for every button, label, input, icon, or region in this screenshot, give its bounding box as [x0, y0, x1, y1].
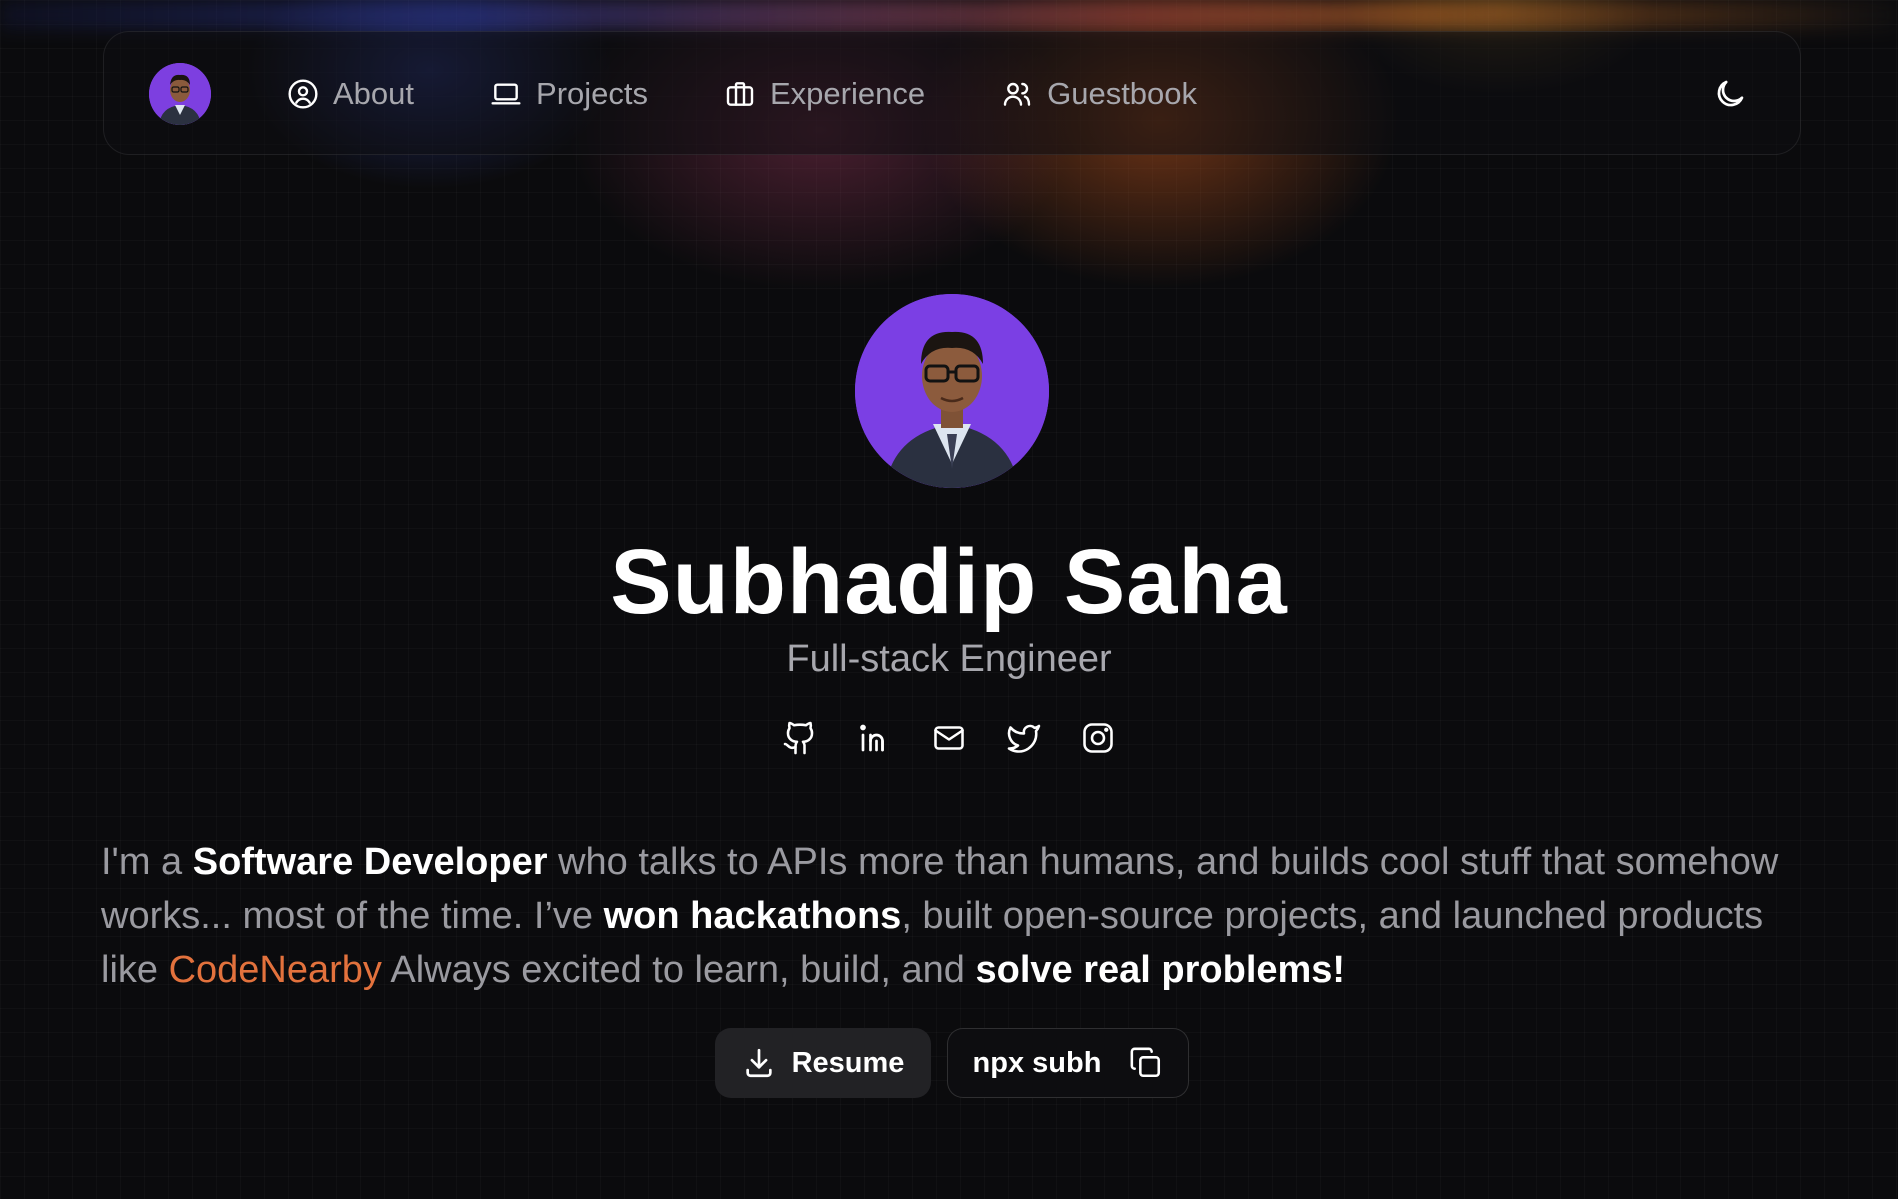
top-gradient-bar — [0, 0, 1898, 30]
nav-about[interactable]: About — [287, 76, 414, 112]
user-circle-icon — [288, 79, 318, 109]
resume-button[interactable]: Resume — [715, 1028, 931, 1098]
copy-icon — [1130, 1047, 1161, 1078]
resume-label: Resume — [791, 1046, 905, 1079]
linkedin-icon — [859, 724, 884, 752]
nav-links: About Projects Experience Guestbook — [287, 32, 1273, 156]
github-link[interactable] — [780, 718, 820, 758]
nav-about-label: About — [333, 76, 415, 111]
twitter-icon — [1007, 724, 1040, 753]
nav-guestbook[interactable]: Guestbook — [1001, 76, 1197, 112]
instagram-icon — [1083, 723, 1113, 753]
bio-bold-hackathons: won hackathons — [603, 895, 902, 937]
mail-link[interactable] — [929, 718, 969, 758]
codenearby-link[interactable]: CodeNearby — [169, 949, 382, 991]
mail-icon — [934, 726, 964, 750]
bio-text-1: I'm a — [101, 841, 193, 883]
github-icon — [783, 721, 814, 755]
bio-bold-problems: solve real problems! — [975, 949, 1346, 991]
page: About Projects Experience Guestbook Subh… — [0, 0, 1898, 1199]
briefcase-icon — [726, 82, 754, 106]
moon-icon — [1717, 80, 1744, 107]
nav-experience-label: Experience — [770, 76, 926, 111]
instagram-link[interactable] — [1078, 718, 1118, 758]
linkedin-link[interactable] — [855, 718, 895, 758]
bio-bold-role: Software Developer — [192, 841, 548, 883]
laptop-icon — [491, 83, 521, 105]
bio-text-4: Always excited to learn, build, and — [381, 949, 976, 991]
nav-projects-label: Projects — [536, 76, 648, 111]
nav-avatar[interactable] — [149, 63, 211, 125]
nav-experience[interactable]: Experience — [724, 76, 925, 112]
navbar: About Projects Experience Guestbook — [103, 31, 1801, 155]
bio-paragraph: I'm a Software Developer who talks to AP… — [101, 835, 1801, 997]
users-icon — [1003, 82, 1031, 106]
social-links — [780, 716, 1118, 760]
download-icon — [745, 1048, 772, 1078]
hero-avatar — [855, 294, 1049, 488]
hero-role: Full-stack Engineer — [786, 638, 1112, 680]
nav-guestbook-label: Guestbook — [1047, 76, 1198, 111]
npx-copy-button[interactable]: npx subh — [947, 1028, 1189, 1098]
npx-label: npx subh — [972, 1046, 1102, 1079]
theme-toggle-button[interactable] — [1712, 76, 1748, 112]
hero-name: Subhadip Saha — [610, 531, 1288, 633]
nav-projects[interactable]: Projects — [490, 76, 648, 112]
twitter-link[interactable] — [1004, 718, 1044, 758]
